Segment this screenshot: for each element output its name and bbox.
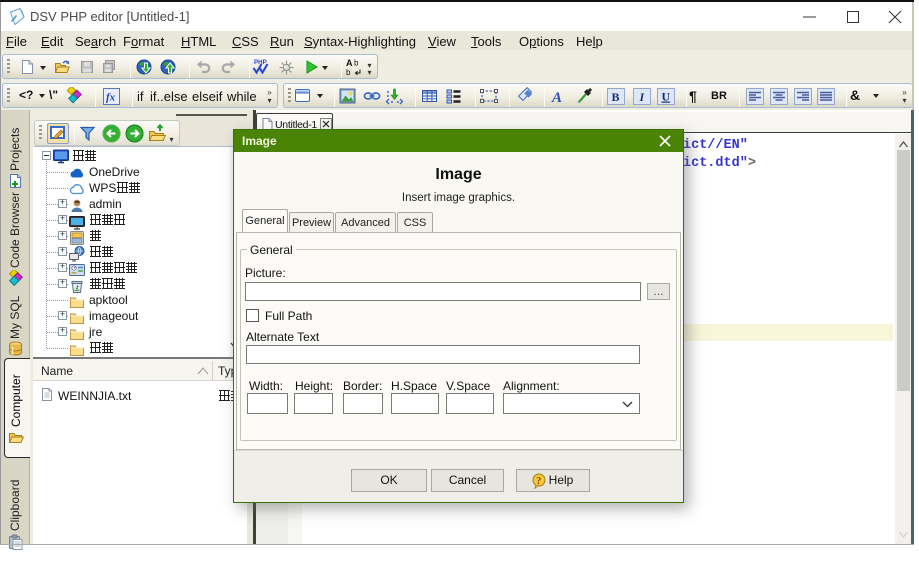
svg-text:A: A [551, 90, 562, 106]
svg-text:b: b [346, 68, 351, 77]
svg-text:A: A [346, 58, 353, 68]
svg-text:U: U [662, 90, 671, 104]
svg-text:?: ? [536, 476, 541, 487]
svg-text:b: b [354, 59, 359, 68]
svg-text:B: B [612, 90, 620, 104]
svg-text:fx: fx [106, 92, 116, 104]
